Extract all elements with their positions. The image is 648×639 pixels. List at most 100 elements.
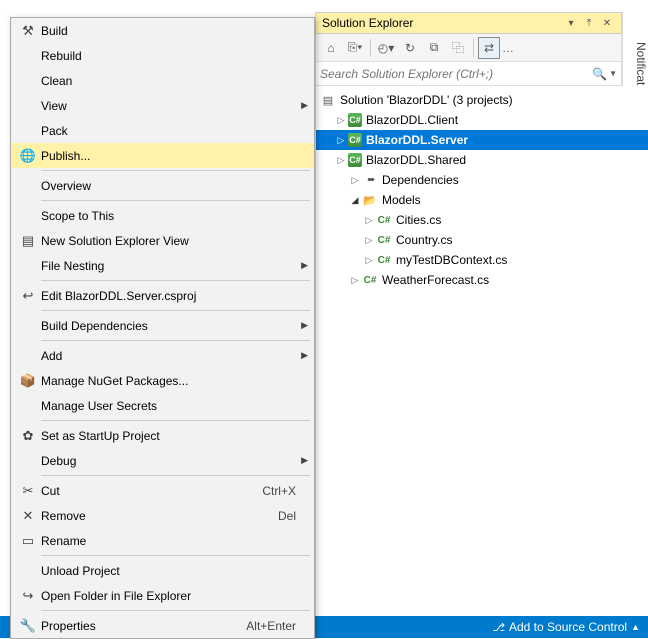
blank-icon <box>15 176 41 196</box>
menu-item-manage-user-secrets[interactable]: Manage User Secrets <box>11 393 314 418</box>
menu-separator <box>41 200 310 201</box>
search-input[interactable] <box>320 67 592 81</box>
menu-item-label: View <box>41 99 296 113</box>
copy-icon[interactable]: ⿻ <box>447 37 469 59</box>
expander-icon[interactable]: ▷ <box>348 173 362 187</box>
menu-item-clean[interactable]: Clean <box>11 68 314 93</box>
menu-item-label: Scope to This <box>41 209 296 223</box>
menu-item-edit-blazorddl-server-csproj[interactable]: ↩Edit BlazorDDL.Server.csproj <box>11 283 314 308</box>
dependencies-node[interactable]: ▷ ••• Dependencies <box>316 170 648 190</box>
new-solution-view-icon: ▤ <box>15 231 41 251</box>
rename-icon: ▭ <box>15 531 41 551</box>
menu-item-pack[interactable]: Pack <box>11 118 314 143</box>
expander-icon[interactable]: ▷ <box>334 113 348 127</box>
menu-separator <box>41 420 310 421</box>
panel-title-text: Solution Explorer <box>322 16 561 30</box>
collapse-icon[interactable]: ⎘▾ <box>344 37 366 59</box>
menu-item-label: Add <box>41 349 296 363</box>
menu-item-label: Cut <box>41 484 262 498</box>
cs-file-icon: C# <box>376 232 392 248</box>
menu-item-rename[interactable]: ▭Rename <box>11 528 314 553</box>
menu-item-add[interactable]: Add ▶ <box>11 343 314 368</box>
search-dropdown-icon[interactable]: ▼ <box>609 69 617 78</box>
expander-icon[interactable]: ▷ <box>362 233 376 247</box>
menu-separator <box>41 170 310 171</box>
menu-shortcut: Del <box>278 509 296 523</box>
search-icon[interactable]: 🔍 <box>592 67 607 81</box>
project-node-shared[interactable]: ▷ C# BlazorDDL.Shared <box>316 150 648 170</box>
scope-icon[interactable]: ◴▾ <box>375 37 397 59</box>
dependencies-icon: ••• <box>362 172 378 188</box>
blank-icon <box>15 316 41 336</box>
file-node[interactable]: ▷ C# WeatherForecast.cs <box>316 270 648 290</box>
pin-icon[interactable]: ⤒ <box>581 15 597 31</box>
menu-item-remove[interactable]: ✕RemoveDel <box>11 503 314 528</box>
menu-item-build-dependencies[interactable]: Build Dependencies▶ <box>11 313 314 338</box>
preview-icon[interactable]: ⇄ <box>478 37 500 59</box>
separator <box>370 39 371 57</box>
menu-item-build[interactable]: ⚒Build <box>11 18 314 43</box>
csproj-icon: C# <box>348 133 362 147</box>
expander-icon[interactable]: ▷ <box>334 133 348 147</box>
menu-item-overview[interactable]: Overview <box>11 173 314 198</box>
separator <box>473 39 474 57</box>
menu-item-new-solution-explorer-view[interactable]: ▤New Solution Explorer View <box>11 228 314 253</box>
file-node[interactable]: ▷ C# Cities.cs <box>316 210 648 230</box>
expander-icon[interactable]: ▷ <box>362 253 376 267</box>
submenu-arrow-icon: ▶ <box>301 320 308 331</box>
expander-icon[interactable]: ◢ <box>348 193 362 207</box>
remove-icon: ✕ <box>15 506 41 526</box>
menu-item-label: Edit BlazorDDL.Server.csproj <box>41 289 296 303</box>
blank-icon <box>15 451 41 471</box>
show-all-icon[interactable]: ⧉ <box>423 37 445 59</box>
nuget-icon: 📦 <box>15 371 41 391</box>
context-menu: ⚒BuildRebuildCleanView▶Pack🌐Publish...Ov… <box>10 17 315 639</box>
menu-item-label: Clean <box>41 74 296 88</box>
menu-item-view[interactable]: View▶ <box>11 93 314 118</box>
solution-node[interactable]: ▤ Solution 'BlazorDDL' (3 projects) <box>316 90 648 110</box>
menu-item-label: Properties <box>41 619 246 633</box>
menu-item-debug[interactable]: Debug▶ <box>11 448 314 473</box>
project-node-client[interactable]: ▷ C# BlazorDDL.Client <box>316 110 648 130</box>
menu-separator <box>41 475 310 476</box>
menu-item-label: Rename <box>41 534 296 548</box>
edit-csproj-icon: ↩ <box>15 286 41 306</box>
menu-item-scope-to-this[interactable]: Scope to This <box>11 203 314 228</box>
expander-icon[interactable]: ▷ <box>348 273 362 287</box>
menu-item-open-folder-in-file-explorer[interactable]: ↪Open Folder in File Explorer <box>11 583 314 608</box>
dropdown-icon[interactable]: ▾ <box>563 15 579 31</box>
project-node-server[interactable]: ▷ C# BlazorDDL.Server <box>316 130 648 150</box>
submenu-arrow-icon: ▶ <box>301 350 308 361</box>
menu-item-publish[interactable]: 🌐Publish... <box>11 143 314 168</box>
menu-item-label: Rebuild <box>41 49 296 63</box>
folder-icon: 📂 <box>362 192 378 208</box>
menu-item-properties[interactable]: 🔧PropertiesAlt+Enter <box>11 613 314 638</box>
menu-shortcut: Alt+Enter <box>246 619 296 633</box>
menu-item-unload-project[interactable]: Unload Project <box>11 558 314 583</box>
menu-item-cut[interactable]: ✂CutCtrl+X <box>11 478 314 503</box>
solution-icon: ▤ <box>320 92 336 108</box>
menu-separator <box>41 340 310 341</box>
models-folder-node[interactable]: ◢ 📂 Models <box>316 190 648 210</box>
menu-item-set-as-startup-project[interactable]: ✿Set as StartUp Project <box>11 423 314 448</box>
chevron-up-icon[interactable]: ▲ <box>631 622 640 632</box>
close-icon[interactable]: ✕ <box>599 15 615 31</box>
blank-icon <box>15 561 41 581</box>
menu-item-rebuild[interactable]: Rebuild <box>11 43 314 68</box>
file-node[interactable]: ▷ C# myTestDBContext.cs <box>316 250 648 270</box>
file-node[interactable]: ▷ C# Country.cs <box>316 230 648 250</box>
refresh-icon[interactable]: ↻ <box>399 37 421 59</box>
solution-explorer-toolbar: ⌂ ⎘▾ ◴▾ ↻ ⧉ ⿻ ⇄ … <box>315 34 622 62</box>
overflow-icon[interactable]: … <box>502 41 514 55</box>
csproj-icon: C# <box>348 113 362 127</box>
submenu-arrow-icon: ▶ <box>301 455 308 466</box>
menu-item-label: Open Folder in File Explorer <box>41 589 296 603</box>
add-to-source-control[interactable]: Add to Source Control <box>509 620 627 634</box>
expander-icon[interactable]: ▷ <box>362 213 376 227</box>
menu-item-manage-nuget-packages[interactable]: 📦Manage NuGet Packages... <box>11 368 314 393</box>
menu-item-file-nesting[interactable]: File Nesting▶ <box>11 253 314 278</box>
blank-icon <box>15 121 41 141</box>
expander-icon[interactable]: ▷ <box>334 153 348 167</box>
home-icon[interactable]: ⌂ <box>320 37 342 59</box>
search-box[interactable]: 🔍 ▼ <box>315 62 622 86</box>
